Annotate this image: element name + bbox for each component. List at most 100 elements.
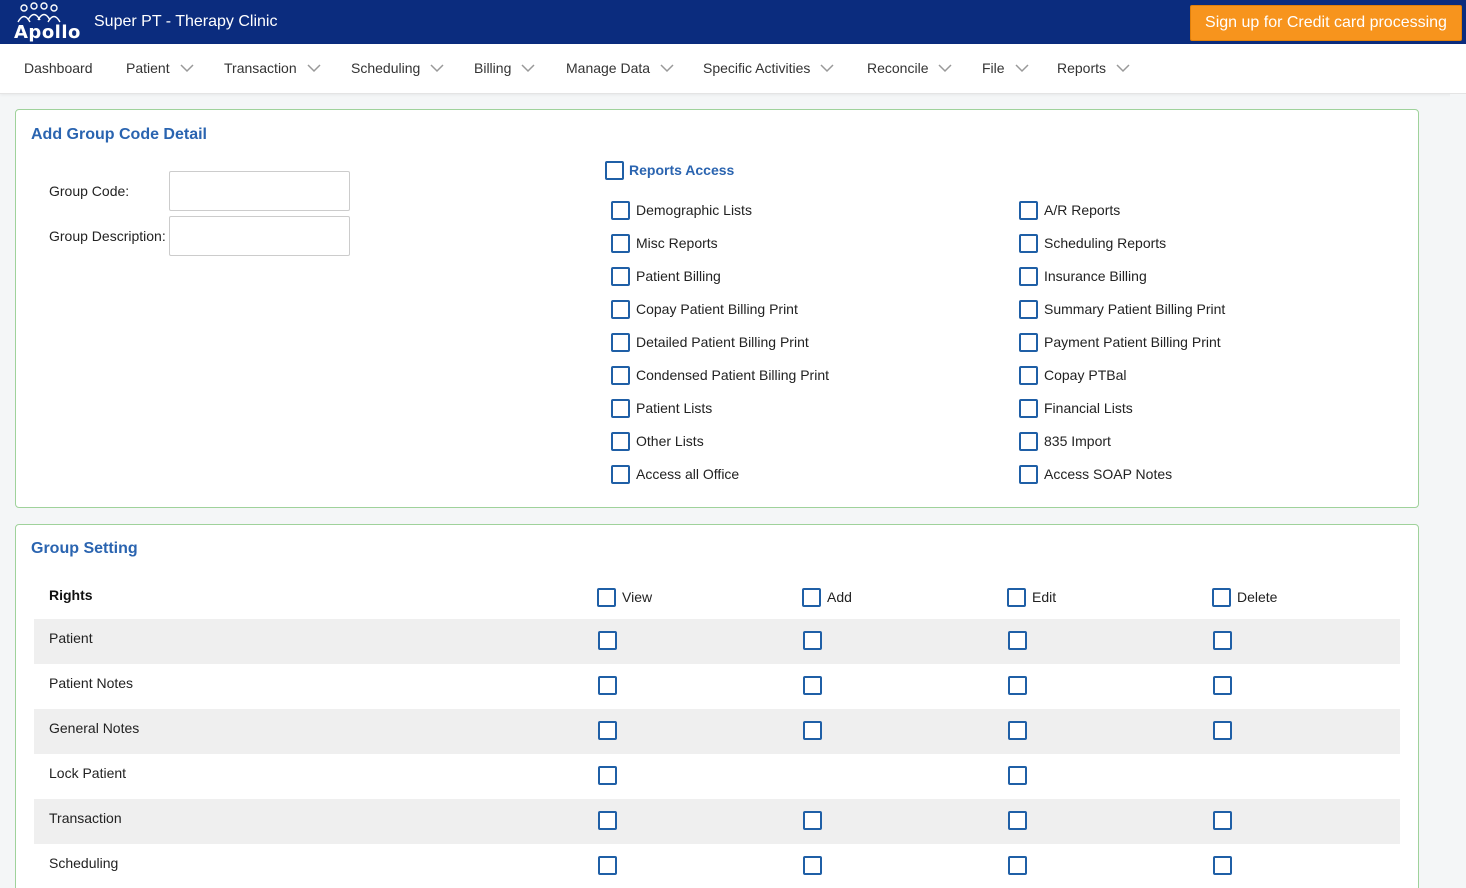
option-payment-patient-billing-print-label: Payment Patient Billing Print [1044,334,1221,350]
option-copay-patient-billing-print-checkbox[interactable] [611,300,630,319]
group-description-label: Group Description: [49,228,166,244]
transaction-edit-checkbox[interactable] [1008,811,1027,830]
patient-notes-add-checkbox[interactable] [803,676,822,695]
option-copay-ptbal-label: Copay PTBal [1044,367,1127,383]
rights-row-transaction [34,799,1400,844]
patient-view-checkbox[interactable] [598,631,617,650]
apollo-logo[interactable]: Apollo [12,2,80,43]
nav-item-label: Billing [474,60,512,76]
option-scheduling-reports-checkbox[interactable] [1019,234,1038,253]
patient-notes-edit-checkbox[interactable] [1008,676,1027,695]
chevron-down-icon [820,64,834,73]
nav-item-reconcile[interactable]: Reconcile [867,60,953,76]
column-header-view: View [622,589,653,605]
nav-item-label: Patient [126,60,170,76]
patient-add-checkbox[interactable] [803,631,822,650]
nav-item-patient[interactable]: Patient [126,60,194,76]
group-description-input[interactable] [169,216,350,256]
transaction-delete-checkbox[interactable] [1213,811,1232,830]
nav-item-dashboard[interactable]: Dashboard [24,60,93,76]
group-code-detail-panel: Add Group Code Detail Group Code: Group … [15,109,1419,508]
rights-row-label: General Notes [49,720,140,736]
option-835-import-checkbox[interactable] [1019,432,1038,451]
option-insurance-billing-label: Insurance Billing [1044,268,1147,284]
option-copay-patient-billing-print-label: Copay Patient Billing Print [636,301,798,317]
patient-notes-delete-checkbox[interactable] [1213,676,1232,695]
option-patient-billing-checkbox[interactable] [611,267,630,286]
transaction-add-checkbox[interactable] [803,811,822,830]
rights-row-patient-notes [34,664,1400,709]
header-add-checkbox[interactable] [802,588,821,607]
chevron-down-icon [307,64,321,73]
header-delete-checkbox[interactable] [1212,588,1231,607]
nav-item-file[interactable]: File [982,60,1029,76]
option-a-r-reports-label: A/R Reports [1044,202,1121,218]
nav-item-billing[interactable]: Billing [474,60,535,76]
nav-item-scheduling[interactable]: Scheduling [351,60,444,76]
reports-access-label: Reports Access [629,162,735,178]
reports-access-checkbox[interactable] [605,161,624,180]
option-financial-lists-label: Financial Lists [1044,400,1133,416]
scheduling-edit-checkbox[interactable] [1008,856,1027,875]
lock-patient-view-checkbox[interactable] [598,766,617,785]
option-detailed-patient-billing-print-checkbox[interactable] [611,333,630,352]
nav-item-specific-activities[interactable]: Specific Activities [703,60,834,76]
logo-text: Apollo [14,22,81,43]
scheduling-add-checkbox[interactable] [803,856,822,875]
patient-edit-checkbox[interactable] [1008,631,1027,650]
option-misc-reports-label: Misc Reports [636,235,718,251]
column-header-add: Add [827,589,852,605]
nav-item-reports[interactable]: Reports [1057,60,1130,76]
page-scrollbar[interactable] [1450,94,1466,888]
option-demographic-lists-label: Demographic Lists [636,202,752,218]
option-access-soap-notes-checkbox[interactable] [1019,465,1038,484]
chevron-down-icon [521,64,535,73]
option-misc-reports-checkbox[interactable] [611,234,630,253]
nav-item-label: Manage Data [566,60,651,76]
general-notes-add-checkbox[interactable] [803,721,822,740]
option-condensed-patient-billing-print-checkbox[interactable] [611,366,630,385]
option-summary-patient-billing-print-label: Summary Patient Billing Print [1044,301,1226,317]
group-code-input[interactable] [169,171,350,211]
option-financial-lists-checkbox[interactable] [1019,399,1038,418]
option-demographic-lists-checkbox[interactable] [611,201,630,220]
lock-patient-edit-checkbox[interactable] [1008,766,1027,785]
credit-card-signup-button[interactable]: Sign up for Credit card processing [1190,5,1462,41]
chevron-down-icon [1116,64,1130,73]
header-edit-checkbox[interactable] [1007,588,1026,607]
option-payment-patient-billing-print-checkbox[interactable] [1019,333,1038,352]
option-copay-ptbal-checkbox[interactable] [1019,366,1038,385]
nav-item-label: Transaction [224,60,297,76]
transaction-view-checkbox[interactable] [598,811,617,830]
scheduling-view-checkbox[interactable] [598,856,617,875]
header-view-checkbox[interactable] [597,588,616,607]
rights-header: Rights [49,587,93,603]
general-notes-view-checkbox[interactable] [598,721,617,740]
scheduling-delete-checkbox[interactable] [1213,856,1232,875]
group-code-label: Group Code: [49,183,130,199]
patient-notes-view-checkbox[interactable] [598,676,617,695]
patient-delete-checkbox[interactable] [1213,631,1232,650]
general-notes-delete-checkbox[interactable] [1213,721,1232,740]
panel-title-group-detail: Add Group Code Detail [31,126,207,143]
nav-item-label: Reports [1057,60,1107,76]
rights-row-label: Patient Notes [49,675,134,691]
option-access-all-office-checkbox[interactable] [611,465,630,484]
option-insurance-billing-checkbox[interactable] [1019,267,1038,286]
chevron-down-icon [430,64,444,73]
option-patient-lists-checkbox[interactable] [611,399,630,418]
nav-item-transaction[interactable]: Transaction [224,60,321,76]
rights-row-label: Patient [49,630,93,646]
main-nav: Dashboard Patient Transaction Scheduling Bil… [0,44,1466,94]
option-summary-patient-billing-print-checkbox[interactable] [1019,300,1038,319]
option-patient-lists-label: Patient Lists [636,400,713,416]
option-access-soap-notes-label: Access SOAP Notes [1044,466,1173,482]
option-other-lists-checkbox[interactable] [611,432,630,451]
nav-item-manage-data[interactable]: Manage Data [566,60,674,76]
general-notes-edit-checkbox[interactable] [1008,721,1027,740]
column-header-delete: Delete [1237,589,1278,605]
rights-row-patient [34,619,1400,664]
option-a-r-reports-checkbox[interactable] [1019,201,1038,220]
nav-item-label: Scheduling [351,60,421,76]
nav-item-label: File [982,60,1005,76]
